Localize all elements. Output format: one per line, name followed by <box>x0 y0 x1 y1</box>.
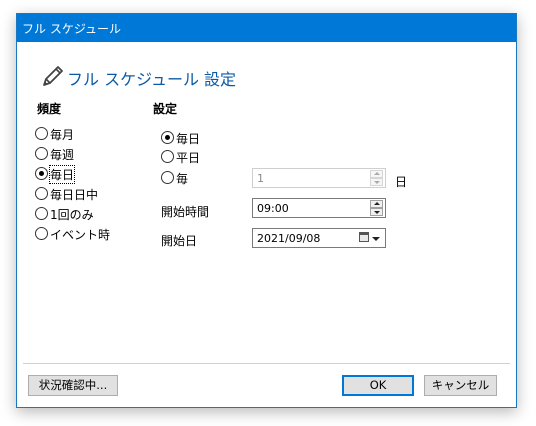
every-n-days-value: 1 <box>257 172 264 185</box>
radio-circle <box>35 147 48 160</box>
radio-label: 毎日 <box>176 132 201 146</box>
radio-circle <box>35 127 48 140</box>
start-date-value: 2021/09/08 <box>257 232 321 245</box>
radio-label: 毎日日中 <box>50 188 99 202</box>
frequency-label: 頻度 <box>37 102 62 116</box>
start-time-spinner[interactable] <box>370 200 383 216</box>
radio-circle <box>35 187 48 200</box>
cancel-button[interactable]: キャンセル <box>424 375 497 396</box>
footer-divider <box>23 363 510 364</box>
spin-up-icon[interactable] <box>370 170 383 178</box>
window-title: フル スケジュール <box>22 22 121 36</box>
pencil-icon <box>43 66 63 86</box>
radio-circle <box>161 150 174 163</box>
every-n-days-input[interactable]: 1 <box>252 168 386 188</box>
spin-down-icon[interactable] <box>370 208 383 216</box>
radio-label: 1回のみ <box>50 208 94 222</box>
heading-text: フル スケジュール 設定 <box>67 70 237 89</box>
radio-circle <box>35 167 48 180</box>
start-time-label: 開始時間 <box>161 205 210 219</box>
calendar-icon[interactable] <box>359 232 369 242</box>
title-bar[interactable]: フル スケジュール <box>17 14 516 42</box>
every-n-days-unit: 日 <box>395 175 408 189</box>
radio-label: 平日 <box>176 151 201 165</box>
start-time-input[interactable]: 09:00 <box>252 198 386 218</box>
radio-circle <box>35 227 48 240</box>
start-time-value: 09:00 <box>257 202 289 215</box>
every-n-days-spinner[interactable] <box>370 170 383 186</box>
start-date-label: 開始日 <box>161 234 198 248</box>
chevron-down-icon[interactable] <box>372 237 380 241</box>
radio-circle <box>161 131 174 144</box>
start-date-picker[interactable]: 2021/09/08 <box>252 228 386 248</box>
schedule-dialog: フル スケジュール フル スケジュール 設定 頻度 毎月 毎週 毎日 毎日日中 … <box>16 13 517 408</box>
ok-button[interactable]: OK <box>342 375 414 396</box>
radio-label: 毎月 <box>50 128 75 142</box>
radio-label: イベント時 <box>50 228 111 242</box>
settings-label: 設定 <box>153 102 178 116</box>
spin-up-icon[interactable] <box>370 200 383 208</box>
radio-label: 毎週 <box>50 148 75 162</box>
radio-label: 毎 <box>176 172 189 186</box>
status-check-button[interactable]: 状況確認中... <box>28 375 118 396</box>
spin-down-icon[interactable] <box>370 178 383 186</box>
radio-label: 毎日 <box>48 165 76 184</box>
radio-circle <box>35 207 48 220</box>
radio-circle <box>161 171 174 184</box>
